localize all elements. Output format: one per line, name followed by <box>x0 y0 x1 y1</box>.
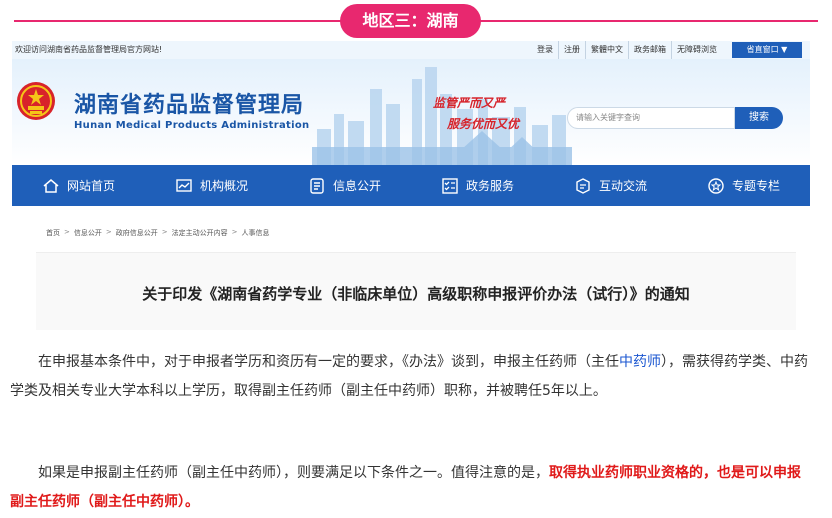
nav-label: 网站首页 <box>66 179 115 193</box>
paragraph-2-text-a: 如果是申报副主任药师（副主任中药师），则要满足以下条件之一。值得注意的是， <box>38 465 549 481</box>
breadcrumb-separator: > <box>161 228 168 236</box>
nav-label: 信息公开 <box>332 179 381 193</box>
paragraph-1-text-a: 在申报基本条件中，对于申报者学历和资历有一定的要求，《办法》谈到，申报主任药师（… <box>38 354 619 370</box>
login-link[interactable]: 登录 <box>532 41 558 59</box>
agency-name-english: Hunan Medical Products Administration <box>74 120 310 131</box>
breadcrumb-separator: > <box>105 228 112 236</box>
traditional-chinese-link[interactable]: 繁體中文 <box>585 41 628 59</box>
breadcrumb-public-content[interactable]: 法定主动公开内容 <box>172 228 228 238</box>
nav-label: 专题专栏 <box>731 179 780 193</box>
nav-item-info[interactable]: 信息公开 <box>278 165 411 206</box>
register-link[interactable]: 注册 <box>558 41 585 59</box>
gov-mail-link[interactable]: 政务邮箱 <box>628 41 671 59</box>
breadcrumb-info[interactable]: 信息公开 <box>74 228 102 238</box>
nav-item-topics[interactable]: 专题专栏 <box>677 165 810 206</box>
chart-icon <box>176 178 192 192</box>
region-label: 地区三：湖南 <box>340 4 481 38</box>
nav-label: 互动交流 <box>598 179 647 193</box>
article-title: 关于印发《湖南省药学专业（非临床单位）高级职称申报评价办法（试行）》的通知 <box>142 285 690 303</box>
top-bar: 欢迎访问湖南省药品监督管理局官方网站! 登录 注册 繁體中文 政务邮箱 无障碍浏… <box>12 41 810 59</box>
site-header: 湖南省药品监督管理局 Hunan Medical Products Admini… <box>12 59 810 165</box>
nav-item-about[interactable]: 机构概况 <box>145 165 278 206</box>
chat-icon <box>576 177 590 194</box>
nav-item-interaction[interactable]: 互动交流 <box>544 165 677 206</box>
info-icon <box>310 177 324 194</box>
slogan-line-2: 服务优而又优 <box>447 117 520 131</box>
nav-item-home[interactable]: 网站首页 <box>12 165 145 206</box>
slogan: 监管严而又严 服务优而又优 <box>433 93 519 135</box>
national-emblem-icon <box>17 82 55 120</box>
home-icon <box>43 178 59 193</box>
breadcrumb-home[interactable]: 首页 <box>46 228 60 238</box>
paragraph-2: 如果是申报副主任药师（副主任中药师），则要满足以下条件之一。值得注意的是，取得执… <box>10 459 814 517</box>
top-links: 登录 注册 繁體中文 政务邮箱 无障碍浏览 <box>532 41 722 59</box>
breadcrumb-separator: > <box>231 228 238 236</box>
nav-label: 机构概况 <box>199 179 248 193</box>
agency-name: 湖南省药品监督管理局 <box>74 93 305 118</box>
tcm-pharmacist-link[interactable]: 中药师 <box>619 354 661 370</box>
breadcrumb: 首页 > 信息公开 > 政府信息公开 > 法定主动公开内容 > 人事信息 <box>46 228 270 238</box>
site-screenshot: 欢迎访问湖南省药品监督管理局官方网站! 登录 注册 繁體中文 政务邮箱 无障碍浏… <box>12 41 810 206</box>
nav-item-services[interactable]: 政务服务 <box>411 165 544 206</box>
slogan-line-1: 监管严而又严 <box>433 96 506 110</box>
search-button[interactable]: 搜索 <box>735 107 783 129</box>
breadcrumb-separator: > <box>64 228 70 236</box>
breadcrumb-gov-info[interactable]: 政府信息公开 <box>116 228 158 238</box>
nav-label: 政务服务 <box>465 179 514 193</box>
province-window-dropdown[interactable]: 省直窗口 ▼ <box>732 42 802 58</box>
search-input[interactable]: 请输入关键字查询 <box>567 107 735 129</box>
welcome-text: 欢迎访问湖南省药品监督管理局官方网站! <box>15 45 163 54</box>
article-title-card: 关于印发《湖南省药学专业（非临床单位）高级职称申报评价办法（试行）》的通知 <box>36 252 796 330</box>
main-nav: 网站首页 机构概况 信息公开 政务服务 互动交流 专题专栏 <box>12 165 810 206</box>
breadcrumb-personnel[interactable]: 人事信息 <box>242 228 270 238</box>
paragraph-1: 在申报基本条件中，对于申报者学历和资历有一定的要求，《办法》谈到，申报主任药师（… <box>10 348 814 406</box>
checklist-icon <box>442 177 458 194</box>
accessibility-link[interactable]: 无障碍浏览 <box>671 41 722 59</box>
badge-icon <box>708 177 724 194</box>
